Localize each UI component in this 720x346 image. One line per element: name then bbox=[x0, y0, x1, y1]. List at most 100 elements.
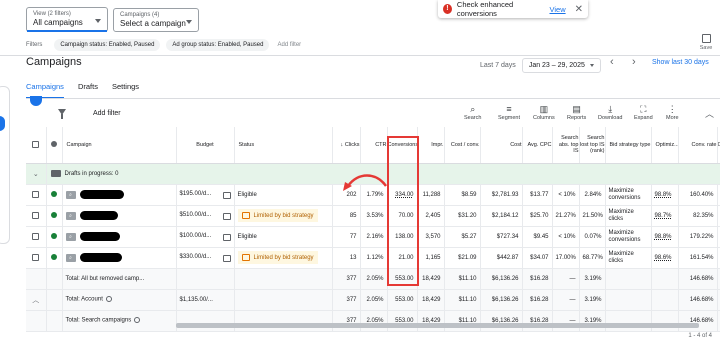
search-campaign-icon: ⌕ bbox=[65, 232, 76, 241]
col-bid-strategy-type[interactable]: Bid strategy type bbox=[605, 127, 652, 164]
optimization-score-cell[interactable]: 98.6% bbox=[651, 247, 679, 269]
campaign-name-cell[interactable]: ⌕ bbox=[62, 226, 177, 248]
optimization-score-cell[interactable]: 98.8% bbox=[651, 184, 679, 206]
row-checkbox[interactable] bbox=[32, 211, 40, 219]
limited-status-badge: Limited by bid strategy bbox=[237, 250, 318, 265]
clicks-cell[interactable]: 85 bbox=[332, 205, 361, 227]
bid-strategy-cell[interactable]: Maximize conversions bbox=[605, 184, 652, 206]
campaign-name-cell[interactable]: ⌕ bbox=[62, 184, 177, 206]
campaign-selector[interactable]: Campaigns (4) Select a campaign bbox=[113, 8, 199, 32]
select-all-header[interactable] bbox=[26, 127, 47, 164]
previous-period-icon[interactable]: ‹ bbox=[610, 56, 614, 68]
col-avg-cpc[interactable]: Avg. CPC bbox=[522, 127, 553, 164]
save-button[interactable]: Save bbox=[698, 34, 714, 51]
row-checkbox[interactable] bbox=[32, 190, 40, 198]
ctr-cell: 1.79% bbox=[360, 184, 388, 206]
columns-tool[interactable]: ▥ Columns bbox=[533, 104, 555, 121]
row-checkbox-cell[interactable] bbox=[26, 184, 47, 206]
tab-settings[interactable]: Settings bbox=[112, 82, 139, 99]
show-last-30-days-link[interactable]: Show last 30 days bbox=[652, 59, 709, 66]
reports-tool[interactable]: ▤ Reports bbox=[567, 104, 586, 121]
conversions-cell[interactable]: 334.00 bbox=[387, 184, 418, 206]
edit-budget-icon[interactable] bbox=[222, 191, 231, 199]
edit-budget-icon[interactable] bbox=[222, 212, 231, 220]
row-status-cell bbox=[46, 184, 63, 206]
close-icon[interactable]: ✕ bbox=[575, 4, 583, 15]
ctr-cell: 2.16% bbox=[360, 226, 388, 248]
table-row[interactable]: ⌕ $100.00/d... Eligible 77 2.16% 138.00 … bbox=[26, 226, 720, 248]
budget-cell[interactable]: $330.00/d... bbox=[176, 247, 235, 269]
col-cost-per-conv[interactable]: Cost / conv. bbox=[444, 127, 481, 164]
filter-chip-ad-group-status[interactable]: Ad group status: Enabled, Paused bbox=[166, 39, 270, 51]
col-cost[interactable]: Cost bbox=[480, 127, 523, 164]
row-checkbox-cell[interactable] bbox=[26, 226, 47, 248]
bid-strategy-cell[interactable]: Maximize conversions bbox=[605, 226, 652, 248]
chevron-up-icon[interactable]: ︿ bbox=[705, 107, 714, 120]
total-bid-strategy bbox=[605, 268, 652, 290]
campaign-name-cell[interactable]: ⌕ bbox=[62, 205, 177, 227]
tab-drafts[interactable]: Drafts bbox=[78, 82, 98, 99]
enabled-status-icon bbox=[51, 254, 57, 261]
table-row[interactable]: ⌕ $195.00/d... Eligible 202 1.79% 334.00… bbox=[26, 184, 720, 206]
download-tool[interactable]: ⤓ Download bbox=[598, 104, 622, 121]
optimization-score-cell[interactable]: 98.7% bbox=[651, 205, 679, 227]
search-tool[interactable]: ⌕ Search bbox=[464, 104, 481, 121]
row-checkbox[interactable] bbox=[32, 253, 40, 261]
total-budget bbox=[176, 268, 235, 290]
budget-cell[interactable]: $510.00/d... bbox=[176, 205, 235, 227]
row-checkbox[interactable] bbox=[32, 232, 40, 240]
budget-cell[interactable]: $100.00/d... bbox=[176, 226, 235, 248]
columns-tool-label: Columns bbox=[533, 115, 555, 121]
expand-tool[interactable]: ⛶ Expand bbox=[634, 104, 653, 121]
drafts-expand[interactable]: ⌄ bbox=[26, 163, 47, 185]
table-row[interactable]: ⌕ $510.00/d... Limited by bid strategy 8… bbox=[26, 205, 720, 227]
optimization-score-cell[interactable]: 98.8% bbox=[651, 226, 679, 248]
col-clicks[interactable]: ↓ Clicks bbox=[332, 127, 361, 164]
edit-budget-icon[interactable] bbox=[222, 254, 231, 262]
col-conv-rate[interactable]: Conv. rate bbox=[678, 127, 718, 164]
more-tool[interactable]: ⋮ More bbox=[666, 104, 679, 121]
date-range-picker[interactable]: Jan 23 – 29, 2025 bbox=[521, 58, 601, 73]
col-ctr[interactable]: CTR bbox=[360, 127, 388, 164]
cost-cell[interactable]: $2,781.93 bbox=[480, 184, 523, 206]
col-conversions[interactable]: Conversions bbox=[387, 127, 418, 164]
add-filter-link[interactable]: Add filter bbox=[275, 39, 303, 51]
col-search-lost-top-is[interactable]: Search lost top IS (rank) bbox=[579, 127, 606, 164]
select-all-checkbox[interactable] bbox=[32, 141, 40, 149]
campaign-name-cell[interactable]: ⌕ bbox=[62, 247, 177, 269]
enhanced-conversions-toast: ! Check enhanced conversions View ✕ bbox=[438, 0, 588, 18]
next-period-icon[interactable]: › bbox=[632, 56, 636, 68]
info-icon[interactable] bbox=[105, 296, 112, 303]
col-campaign[interactable]: Campaign bbox=[62, 127, 177, 164]
ctr-cell: 1.12% bbox=[360, 247, 388, 269]
row-status-cell bbox=[46, 205, 63, 227]
col-search-abs-top-is[interactable]: Search abs. top IS bbox=[552, 127, 580, 164]
row-checkbox-cell[interactable] bbox=[26, 205, 47, 227]
col-optimization-score[interactable]: Optimiz... bbox=[651, 127, 679, 164]
drafts-row[interactable]: ⌄ Drafts in progress: 0 bbox=[26, 163, 720, 185]
col-impressions[interactable]: Impr. bbox=[417, 127, 445, 164]
limited-status-badge: Limited by bid strategy bbox=[237, 208, 318, 223]
bid-strategy-cell[interactable]: Maximize clicks bbox=[605, 247, 652, 269]
conversions-cell[interactable]: 138.00 bbox=[387, 226, 418, 248]
toast-view-link[interactable]: View bbox=[549, 5, 565, 14]
info-icon[interactable] bbox=[134, 317, 141, 324]
filter-chip-campaign-status[interactable]: Campaign status: Enabled, Paused bbox=[54, 39, 161, 51]
cost-cell[interactable]: $727.34 bbox=[480, 226, 523, 248]
conv-rate-cell: 160.40% bbox=[678, 184, 718, 206]
table-add-filter[interactable]: Add filter bbox=[93, 110, 121, 117]
edit-budget-icon[interactable] bbox=[222, 233, 231, 241]
horizontal-scrollbar[interactable] bbox=[176, 323, 699, 328]
segment-tool[interactable]: ≡ Segment bbox=[498, 104, 520, 121]
total-account-collapse[interactable]: ︿ bbox=[26, 289, 47, 311]
col-budget[interactable]: Budget bbox=[176, 127, 235, 164]
save-icon bbox=[701, 34, 711, 43]
row-checkbox-cell[interactable] bbox=[26, 247, 47, 269]
bid-strategy-cell[interactable]: Maximize clicks bbox=[605, 205, 652, 227]
table-row[interactable]: ⌕ $330.00/d... Limited by bid strategy 1… bbox=[26, 247, 720, 269]
view-selector[interactable]: View (2 filters) All campaigns bbox=[26, 7, 108, 32]
budget-cell[interactable]: $195.00/d... bbox=[176, 184, 235, 206]
col-status[interactable]: Status bbox=[234, 127, 333, 164]
cost-cell[interactable]: $2,184.12 bbox=[480, 205, 523, 227]
filter-icon[interactable] bbox=[58, 109, 66, 119]
